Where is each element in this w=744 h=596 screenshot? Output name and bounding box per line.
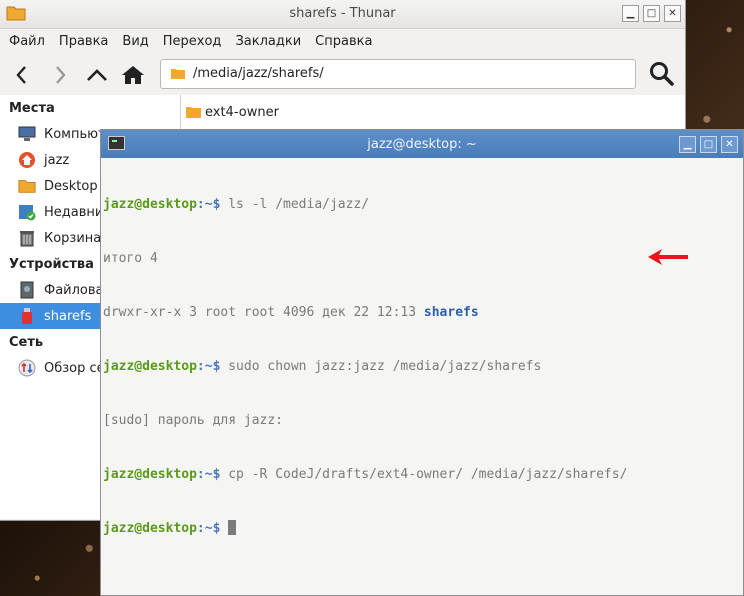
prompt-user: jazz@desktop xyxy=(103,467,197,482)
window-title: sharefs - Thunar xyxy=(289,6,396,21)
terminal-line: jazz@desktop:~$ cp -R CodeJ/drafts/ext4-… xyxy=(103,466,743,484)
chevron-right-icon xyxy=(56,66,66,84)
prompt-path: :~$ xyxy=(196,359,221,374)
folder-icon xyxy=(171,69,185,79)
menu-bookmarks[interactable]: Закладки xyxy=(228,34,308,49)
chevron-left-icon xyxy=(16,66,26,84)
computer-icon xyxy=(18,125,36,143)
trash-icon xyxy=(18,229,36,247)
drive-icon xyxy=(18,281,36,299)
prompt-path: :~$ xyxy=(196,521,221,536)
terminal-titlebar[interactable]: jazz@desktop: ~ ▁ □ ✕ xyxy=(101,130,743,158)
menu-view[interactable]: Вид xyxy=(115,34,155,49)
menu-file[interactable]: Файл xyxy=(2,34,52,49)
search-button[interactable] xyxy=(649,61,677,89)
menubar: Файл Правка Вид Переход Закладки Справка xyxy=(0,29,685,53)
terminal-line: drwxr-xr-x 3 root root 4096 дек 22 12:13… xyxy=(103,304,743,322)
menu-help[interactable]: Справка xyxy=(308,34,379,49)
chevron-up-icon xyxy=(87,69,107,81)
terminal-line: jazz@desktop:~$ ls -l /media/jazz/ xyxy=(103,196,743,214)
sidebar-item-label: Корзина xyxy=(44,230,102,246)
annotation-arrow-icon xyxy=(648,249,688,265)
prompt-user: jazz@desktop xyxy=(103,359,197,374)
minimize-button[interactable]: ▁ xyxy=(622,5,639,22)
output-text: [sudo] пароль для jazz: xyxy=(103,413,284,428)
close-button[interactable]: ✕ xyxy=(721,136,738,153)
terminal-line: [sudo] пароль для jazz: xyxy=(103,412,743,430)
home-button[interactable] xyxy=(119,61,147,89)
back-button[interactable] xyxy=(8,61,36,89)
close-button[interactable]: ✕ xyxy=(664,5,681,22)
terminal-line: jazz@desktop:~$ xyxy=(103,520,743,538)
output-text: drwxr-xr-x 3 root root 4096 дек 22 12:13 xyxy=(103,305,424,320)
sidebar-item-label: jazz xyxy=(44,152,70,168)
command-text: sudo chown jazz:jazz /media/jazz/sharefs xyxy=(220,359,542,374)
output-text: итого 4 xyxy=(103,251,158,266)
network-icon xyxy=(18,359,36,377)
terminal-line: jazz@desktop:~$ sudo chown jazz:jazz /me… xyxy=(103,358,743,376)
prompt-user: jazz@desktop xyxy=(103,197,197,212)
sidebar-header-places: Места xyxy=(9,101,55,116)
file-item[interactable]: ext4-owner xyxy=(181,95,685,129)
maximize-button[interactable]: □ xyxy=(643,5,660,22)
sidebar-item-label: sharefs xyxy=(44,308,92,324)
menu-edit[interactable]: Правка xyxy=(52,34,115,49)
forward-button[interactable] xyxy=(46,61,74,89)
maximize-button[interactable]: □ xyxy=(700,136,717,153)
terminal-title: jazz@desktop: ~ xyxy=(367,137,477,152)
desktop-folder-icon xyxy=(18,177,36,195)
recent-icon xyxy=(18,203,36,221)
directory-name: sharefs xyxy=(423,305,479,320)
minimize-button[interactable]: ▁ xyxy=(679,136,696,153)
home-icon xyxy=(18,151,36,169)
prompt-path: :~$ xyxy=(196,197,221,212)
toolbar: /media/jazz/sharefs/ xyxy=(0,53,685,96)
up-button[interactable] xyxy=(83,61,111,89)
usb-drive-icon xyxy=(18,307,36,325)
sidebar-item-label: Desktop xyxy=(44,178,98,194)
terminal-output[interactable]: jazz@desktop:~$ ls -l /media/jazz/ итого… xyxy=(101,158,743,574)
home-icon xyxy=(122,66,144,84)
prompt-path: :~$ xyxy=(196,467,221,482)
thunar-titlebar[interactable]: sharefs - Thunar ▁ □ ✕ xyxy=(0,0,685,29)
location-bar[interactable]: /media/jazz/sharefs/ xyxy=(160,59,636,89)
command-text: ls -l /media/jazz/ xyxy=(220,197,370,212)
text-cursor xyxy=(228,520,237,535)
search-icon xyxy=(650,62,674,86)
file-name: ext4-owner xyxy=(205,104,279,120)
menu-go[interactable]: Переход xyxy=(156,34,229,49)
prompt-user: jazz@desktop xyxy=(103,521,197,536)
terminal-window: jazz@desktop: ~ ▁ □ ✕ jazz@desktop:~$ ls… xyxy=(100,129,744,596)
location-path: /media/jazz/sharefs/ xyxy=(193,66,324,81)
command-text xyxy=(220,521,228,536)
command-text: cp -R CodeJ/drafts/ext4-owner/ /media/ja… xyxy=(220,467,628,482)
folder-icon xyxy=(186,107,201,118)
